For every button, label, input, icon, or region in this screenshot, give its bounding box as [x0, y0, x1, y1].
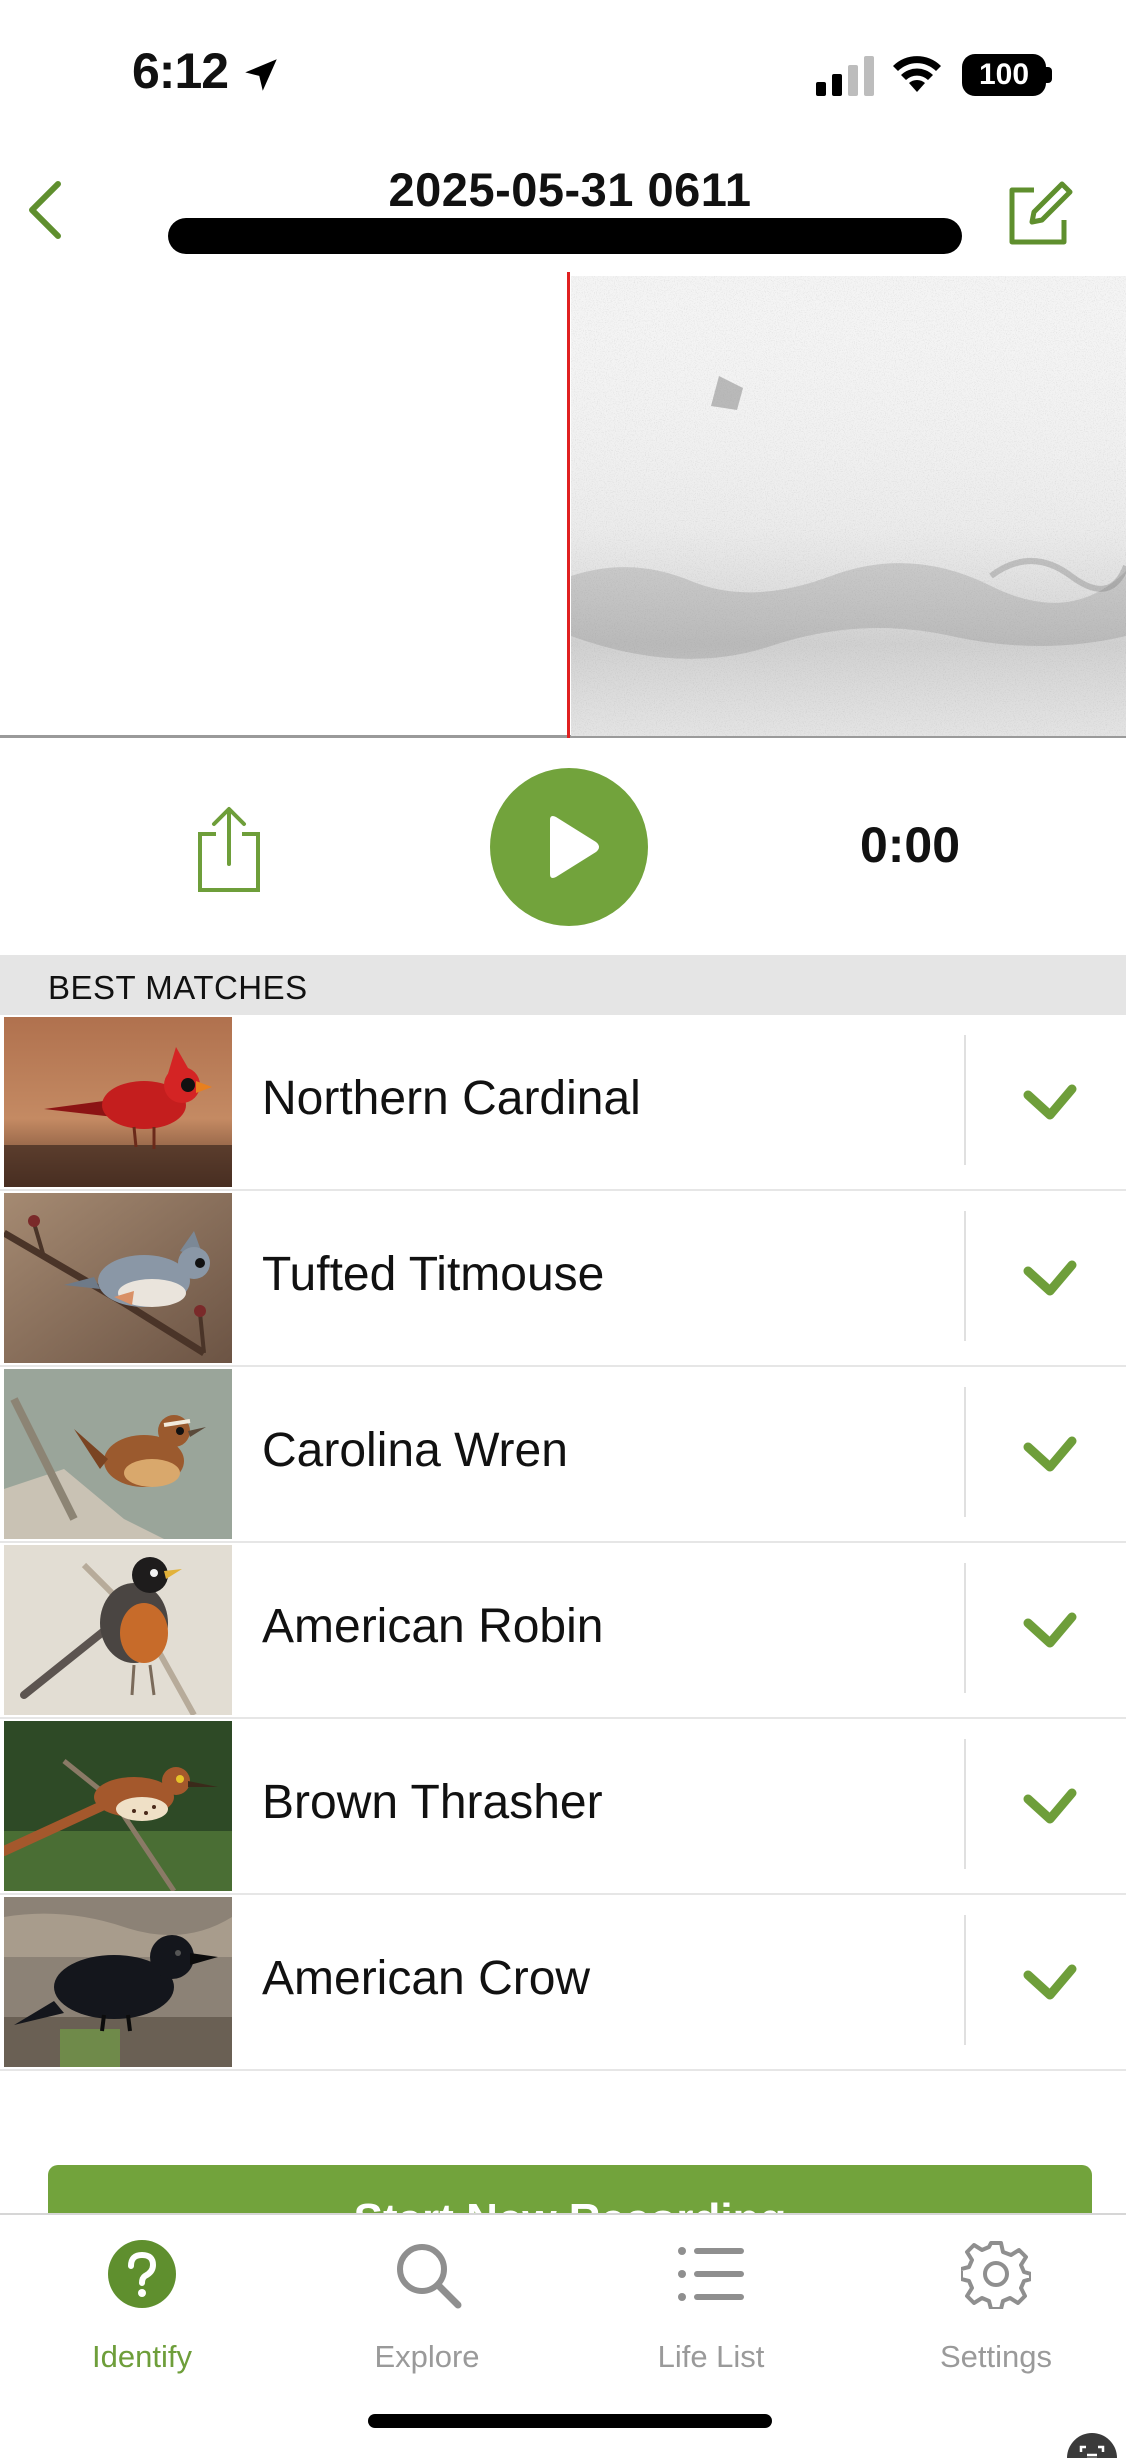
page-title: 2025-05-31 0611	[388, 163, 752, 216]
tab-label: Life List	[657, 2339, 765, 2374]
species-name: Tufted Titmouse	[262, 1248, 605, 1301]
tab-label: Identify	[92, 2339, 192, 2374]
species-name: Brown Thrasher	[262, 1776, 603, 1829]
cellular-signal-icon	[816, 56, 874, 96]
tab-life-list[interactable]: Life List	[611, 2239, 811, 2374]
bird-photo-carolina-wren	[4, 1369, 232, 1539]
checkmark-icon[interactable]	[1022, 1957, 1078, 2007]
spectrogram-image	[571, 276, 1126, 736]
row-divider	[964, 1387, 966, 1517]
play-icon	[550, 816, 599, 878]
checkmark-icon[interactable]	[1022, 1781, 1078, 1831]
tab-settings[interactable]: Settings	[896, 2239, 1096, 2374]
match-row[interactable]: Northern Cardinal	[0, 1015, 1126, 1191]
row-divider	[964, 1211, 966, 1341]
playhead[interactable]	[567, 272, 570, 738]
bird-photo-brown-thrasher	[4, 1721, 232, 1891]
list-icon	[678, 2247, 744, 2301]
gear-icon	[961, 2241, 1031, 2309]
tab-label: Settings	[939, 2339, 1052, 2374]
battery-nub	[1046, 67, 1052, 83]
question-circle-icon	[108, 2240, 176, 2308]
bird-photo-northern-cardinal	[4, 1017, 232, 1187]
location-arrow-icon	[245, 59, 277, 91]
redaction-mark	[168, 218, 962, 254]
match-row[interactable]: American Robin	[0, 1543, 1126, 1719]
checkmark-icon[interactable]	[1022, 1253, 1078, 1303]
bird-photo-american-crow	[4, 1897, 232, 2067]
match-row[interactable]: Carolina Wren	[0, 1367, 1126, 1543]
playback-time: 0:00	[859, 817, 961, 873]
text-scan-icon[interactable]	[1066, 2432, 1118, 2458]
match-row[interactable]: American Crow	[0, 1895, 1126, 2071]
match-row[interactable]: Tufted Titmouse	[0, 1191, 1126, 1367]
tab-identify[interactable]: Identify	[42, 2239, 242, 2374]
match-row[interactable]: Brown Thrasher	[0, 1719, 1126, 1895]
status-bar: 6:12 100	[0, 0, 1126, 150]
back-chevron-icon[interactable]	[22, 178, 72, 242]
row-divider	[964, 1915, 966, 2045]
wifi-icon	[893, 56, 941, 92]
bird-photo-american-robin	[4, 1545, 232, 1715]
checkmark-icon[interactable]	[1022, 1077, 1078, 1127]
best-matches-header: BEST MATCHES	[0, 955, 1126, 1015]
status-time: 6:12	[132, 43, 229, 99]
species-name: American Robin	[262, 1600, 604, 1653]
home-indicator[interactable]	[368, 2414, 772, 2428]
share-icon[interactable]	[194, 804, 264, 894]
species-name: Northern Cardinal	[262, 1072, 641, 1125]
match-list: Northern Cardinal Tufted Titmouse Caroli…	[0, 1015, 1126, 2071]
tab-explore[interactable]: Explore	[327, 2239, 527, 2374]
magnifier-icon	[397, 2244, 462, 2309]
species-name: Carolina Wren	[262, 1424, 568, 1477]
row-divider	[964, 1739, 966, 1869]
bird-photo-tufted-titmouse	[4, 1193, 232, 1363]
spectrogram[interactable]	[0, 272, 1126, 738]
edit-icon[interactable]	[1004, 178, 1076, 250]
row-divider	[964, 1563, 966, 1693]
section-heading: BEST MATCHES	[48, 969, 308, 1006]
tab-label: Explore	[374, 2339, 480, 2374]
row-divider	[964, 1035, 966, 1165]
battery-indicator: 100	[962, 54, 1046, 96]
checkmark-icon[interactable]	[1022, 1605, 1078, 1655]
checkmark-icon[interactable]	[1022, 1429, 1078, 1479]
species-name: American Crow	[262, 1952, 591, 2005]
play-button[interactable]	[490, 768, 648, 926]
